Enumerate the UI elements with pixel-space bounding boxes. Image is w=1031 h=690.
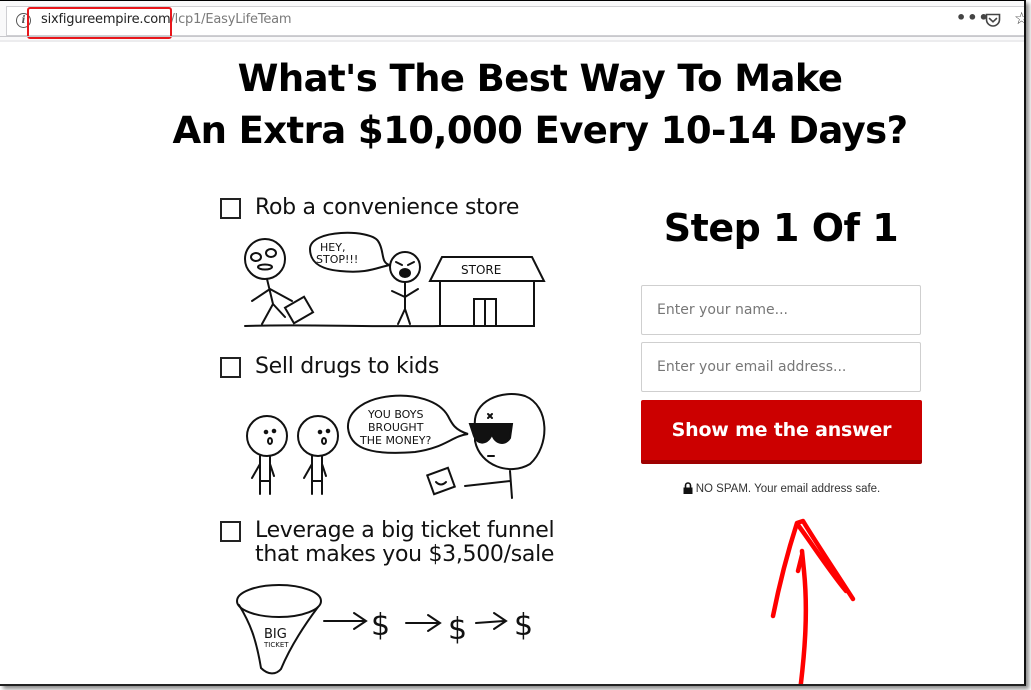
bookmark-star-icon[interactable]: ☆ (1014, 11, 1024, 28)
toolbar-divider-shadow (0, 40, 1024, 42)
runner-body (251, 278, 293, 325)
red-arrow-annotation (770, 518, 856, 684)
speech-text-1: YOU BOYS (367, 408, 423, 421)
dealer-scar (487, 413, 493, 419)
dealer-body (464, 470, 513, 499)
robbery-illustration: HEY, STOP!!! STORE (244, 231, 546, 328)
kid1-head (246, 415, 288, 457)
address-bar[interactable]: i sixfigureempire.com/lcp1/EasyLifeTeam (6, 6, 1024, 36)
arrow-2 (405, 614, 442, 632)
privacy-note: NO SPAM. Your email address safe. (641, 482, 922, 497)
option-rob-checkbox[interactable] (220, 198, 241, 219)
funnel-text-big: BIG (264, 627, 287, 642)
clerk-body (391, 281, 419, 325)
clerk-mouth (399, 268, 411, 278)
store-sign: STORE (461, 263, 501, 277)
runner-eye-right (265, 248, 277, 258)
url-path: /lcp1/EasyLifeTeam (170, 12, 292, 27)
headline-line-1: What's The Best Way To Make (237, 57, 843, 100)
clerk-angry-eyes (395, 261, 415, 266)
lock-icon (683, 482, 693, 497)
headline-line-2: An Extra $10,000 Every 10-14 Days? (172, 109, 908, 152)
dealer-sunglasses (468, 423, 514, 444)
speech-text-stop: STOP!!! (316, 253, 358, 266)
privacy-note-text: NO SPAM. Your email address safe. (695, 483, 881, 495)
info-icon[interactable]: i (16, 13, 31, 28)
stolen-box (283, 295, 315, 325)
baggie-smile (435, 481, 447, 486)
funnel-illustration: BIG TICKET $ $ $ (236, 584, 533, 675)
runner-mouth (257, 263, 273, 271)
toolbar-divider (0, 36, 1024, 37)
url-text[interactable]: sixfigureempire.com/lcp1/EasyLifeTeam (41, 12, 292, 27)
option-funnel-label: Leverage a big ticket funnel that makes … (255, 518, 555, 567)
kid1-body (251, 455, 275, 495)
option-funnel-label-line-1: Leverage a big ticket funnel (255, 518, 555, 543)
store-walls (439, 280, 535, 327)
funnel-rim (236, 584, 322, 618)
option-rob-label: Rob a convenience store (255, 195, 520, 220)
browser-window: i sixfigureempire.com/lcp1/EasyLifeTeam … (0, 0, 1026, 686)
speech-text-2: BROUGHT (368, 421, 424, 434)
dollar-1: $ (371, 608, 390, 643)
email-input[interactable] (641, 342, 921, 392)
url-domain: sixfigureempire.com (41, 12, 171, 27)
funnel-text-ticket: TICKET (263, 641, 289, 649)
option-funnel-label-line-2: that makes you $3,500/sale (255, 542, 555, 567)
speech-text-3: THE MONEY? (359, 434, 431, 447)
show-answer-button[interactable]: Show me the answer (641, 400, 922, 464)
drugs-illustration: YOU BOYS BROUGHT THE MONEY? (246, 393, 546, 499)
option-drugs-label: Sell drugs to kids (255, 354, 440, 379)
store-door (473, 298, 497, 327)
browser-toolbar: i sixfigureempire.com/lcp1/EasyLifeTeam … (0, 1, 1024, 42)
kid2-body (303, 455, 327, 495)
dollar-3: $ (514, 608, 533, 643)
drug-baggie (425, 466, 457, 496)
pocket-icon[interactable] (985, 13, 1001, 32)
arrow-3 (475, 612, 508, 630)
option-drugs-checkbox[interactable] (220, 357, 241, 378)
option-funnel-checkbox[interactable] (220, 521, 241, 542)
step-title: Step 1 Of 1 (663, 206, 899, 250)
ground-line (244, 324, 441, 328)
kid2-head (297, 415, 339, 457)
dollar-2: $ (448, 612, 467, 647)
arrow-1 (323, 612, 368, 630)
page-headline: What's The Best Way To Make An Extra $10… (120, 53, 960, 157)
runner-eye-left (250, 252, 262, 262)
name-input[interactable] (641, 285, 921, 335)
